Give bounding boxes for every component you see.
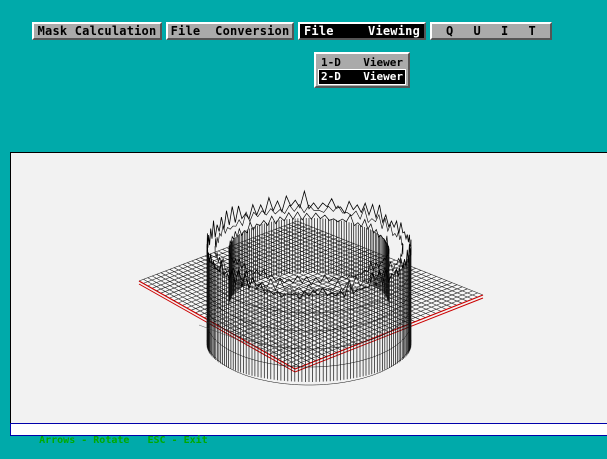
mask-calculation-menu-button[interactable]: Mask Calculation	[32, 22, 162, 40]
quit-letter: I	[501, 24, 509, 38]
file-viewing-label-left: File	[304, 24, 334, 38]
file-viewing-label-right: Viewing	[368, 24, 420, 38]
dropdown-item-label: Viewer	[363, 56, 403, 69]
dropdown-item-2d-viewer[interactable]: 2-D Viewer	[318, 69, 406, 85]
menu-bar: Mask Calculation File Conversion File Vi…	[32, 22, 552, 42]
file-conversion-label: File Conversion	[170, 24, 290, 38]
file-conversion-menu-button[interactable]: File Conversion	[166, 22, 294, 40]
quit-letter: Q	[446, 24, 454, 38]
quit-menu-button[interactable]: Q U I T	[430, 22, 552, 40]
dropdown-item-num: 2-D	[321, 70, 341, 83]
dos-screen: Mask Calculation File Conversion File Vi…	[0, 0, 607, 459]
dropdown-item-1d-viewer[interactable]: 1-D Viewer	[319, 56, 405, 70]
status-text: Arrows - Rotate ESC - Exit	[39, 435, 208, 446]
wireframe-surface-plot	[138, 189, 484, 386]
file-viewing-menu-button[interactable]: File Viewing	[298, 22, 426, 40]
mask-calculation-label: Mask Calculation	[37, 24, 157, 38]
base-plate	[138, 220, 484, 373]
status-bar: Arrows - Rotate ESC - Exit	[10, 423, 607, 446]
quit-letter: T	[528, 24, 536, 38]
file-viewing-dropdown: 1-D Viewer 2-D Viewer	[314, 52, 410, 88]
quit-letter: U	[473, 24, 481, 38]
2d-viewer-canvas[interactable]	[10, 152, 607, 424]
dropdown-item-label: Viewer	[363, 70, 403, 83]
dropdown-item-num: 1-D	[321, 56, 341, 69]
